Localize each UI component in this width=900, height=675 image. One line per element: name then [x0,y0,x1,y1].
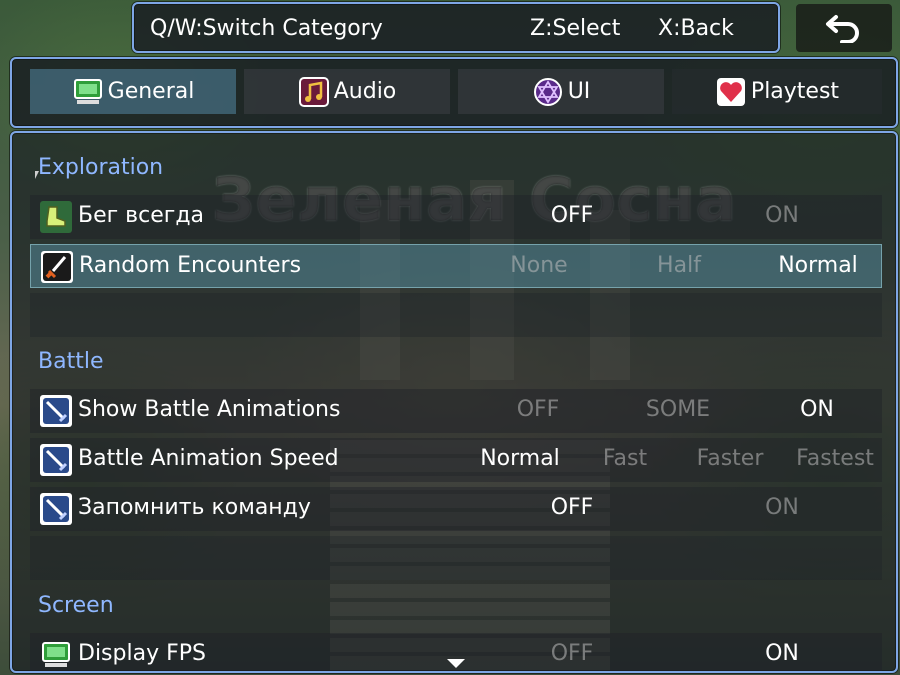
option-value-normal[interactable]: Normal [778,253,858,278]
option-value-off[interactable]: OFF [551,641,594,666]
option-label: Random Encounters [79,253,302,278]
back-hint: X:Back [658,16,734,41]
option-label: Show Battle Animations [78,397,341,422]
option-value-off[interactable]: OFF [517,397,560,422]
boot-icon [40,201,72,233]
option-label: Battle Animation Speed [78,446,339,471]
empty-row [30,536,882,580]
option-value-normal[interactable]: Normal [480,446,560,471]
back-button[interactable] [796,4,892,52]
sword-icon [40,395,72,427]
mouse-cursor-icon [35,171,39,179]
option-value-on[interactable]: ON [800,397,834,422]
option-value-none[interactable]: None [510,253,567,278]
tab-playtest-label: Playtest [750,79,840,104]
tab-ui[interactable]: UI [458,69,664,114]
option-value-faster[interactable]: Faster [697,446,764,471]
sword-icon [41,251,73,283]
category-exploration: Exploration [38,155,164,180]
tab-audio[interactable]: Audio [244,69,450,114]
option-value-off[interactable]: OFF [551,203,594,228]
help-window: Q/W:Switch Category Z:Select X:Back [132,2,780,53]
option-value-some[interactable]: SOME [646,397,710,422]
sword-icon [40,444,72,476]
heart-icon [715,76,747,108]
option-value-on[interactable]: ON [765,641,799,666]
category-battle: Battle [38,349,104,374]
switch-category-hint: Q/W:Switch Category [150,16,383,41]
tab-ui-label: UI [567,79,591,104]
option-label: Запомнить команду [78,495,311,520]
option-row-battle-animation-speed[interactable]: Battle Animation Speed Normal Fast Faste… [30,438,882,482]
sword-icon [40,493,72,525]
option-value-half[interactable]: Half [657,253,701,278]
tab-playtest[interactable]: Playtest [672,69,882,114]
monitor-icon [40,639,72,671]
tab-general[interactable]: General [30,69,236,114]
category-tabs-window: General Audio UI Playtest [10,57,898,128]
tab-audio-label: Audio [333,79,397,104]
monitor-icon [72,76,104,108]
tab-general-label: General [107,79,195,104]
option-value-off[interactable]: OFF [551,495,594,520]
empty-row [30,293,882,337]
option-row-always-dash[interactable]: Бег всегда OFF ON [30,195,882,239]
hexagram-icon [532,76,564,108]
option-row-show-battle-animations[interactable]: Show Battle Animations OFF SOME ON [30,389,882,433]
option-label: Display FPS [78,641,206,666]
scroll-down-arrow-icon[interactable] [447,659,465,668]
option-row-remember-command[interactable]: Запомнить команду OFF ON [30,487,882,531]
option-value-on[interactable]: ON [765,495,799,520]
category-screen: Screen [38,593,114,618]
option-value-fastest[interactable]: Fastest [796,446,874,471]
option-value-on[interactable]: ON [765,203,799,228]
option-row-random-encounters[interactable]: Random Encounters None Half Normal [30,244,882,288]
option-label: Бег всегда [78,203,205,228]
music-note-icon [298,76,330,108]
options-list-window: Зеленая Сосна Exploration Бег всегда OFF… [10,131,898,673]
select-hint: Z:Select [530,16,621,41]
option-value-fast[interactable]: Fast [603,446,647,471]
return-arrow-icon [826,15,859,43]
